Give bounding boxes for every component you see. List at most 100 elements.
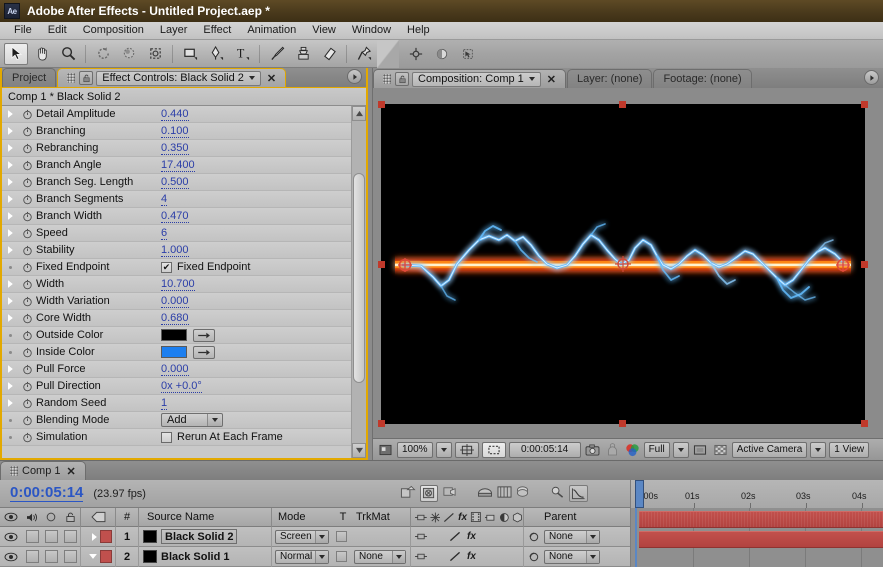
param-number[interactable]: 0.500 xyxy=(161,176,189,189)
param-number[interactable]: 0x +0.0° xyxy=(161,380,202,393)
selection-handle-ml[interactable] xyxy=(378,261,385,268)
layer-trkmat-cell[interactable] xyxy=(352,527,410,547)
stopwatch-icon[interactable] xyxy=(18,398,36,409)
layer-switches-cell[interactable]: fx xyxy=(411,547,523,567)
timeline-track-area[interactable] xyxy=(630,508,883,567)
param-row[interactable]: Stability 1.000 xyxy=(2,242,351,259)
close-icon[interactable]: ✕ xyxy=(267,72,276,85)
twirl-icon[interactable] xyxy=(2,365,18,373)
param-row[interactable]: Width Variation 0.000 xyxy=(2,293,351,310)
layer-lock-toggle[interactable] xyxy=(60,547,80,567)
twirl-icon[interactable] xyxy=(2,161,18,169)
resolution-select[interactable]: Full xyxy=(643,441,670,458)
layer-audio-toggle[interactable] xyxy=(22,527,42,547)
selection-handle-bc[interactable] xyxy=(619,420,626,427)
layer-mode-select[interactable]: Normal xyxy=(275,549,330,564)
eyedropper-icon[interactable] xyxy=(193,345,215,359)
layer-expand-and-color[interactable] xyxy=(81,527,115,547)
param-row[interactable]: Outside Color xyxy=(2,327,351,344)
anchor-point-tool[interactable] xyxy=(404,43,428,65)
chevron-down-icon[interactable] xyxy=(586,530,599,543)
puppet-pin-tool[interactable] xyxy=(352,43,376,65)
param-value[interactable]: 1.000 xyxy=(161,244,351,257)
param-value[interactable]: 0.470 xyxy=(161,210,351,223)
stopwatch-icon[interactable] xyxy=(18,347,36,358)
menu-edit[interactable]: Edit xyxy=(40,22,75,39)
param-number[interactable]: 0.000 xyxy=(161,295,189,308)
param-value[interactable]: 0.000 xyxy=(161,295,351,308)
twirl-icon[interactable] xyxy=(2,144,18,152)
scroll-track[interactable] xyxy=(352,121,366,443)
twirl-icon[interactable] xyxy=(2,127,18,135)
layer-parent-select[interactable]: None xyxy=(544,549,600,564)
chevron-down-icon[interactable] xyxy=(586,550,599,563)
stopwatch-icon[interactable] xyxy=(18,279,36,290)
param-row[interactable]: Detail Amplitude 0.440 xyxy=(2,106,351,123)
twirl-icon[interactable] xyxy=(2,280,18,288)
stopwatch-icon[interactable] xyxy=(18,211,36,222)
menu-window[interactable]: Window xyxy=(344,22,399,39)
param-value[interactable]: 0.680 xyxy=(161,312,351,325)
column-mode-header[interactable]: Mode xyxy=(272,508,334,527)
twirl-icon[interactable] xyxy=(2,110,18,118)
orbit-camera-tool[interactable] xyxy=(117,43,141,65)
rotation-tool[interactable] xyxy=(91,43,115,65)
layer-audio-toggle[interactable] xyxy=(22,547,42,567)
timeline-ruler[interactable]: 0:00s 01s 02s 03s 04s xyxy=(630,480,883,508)
eraser-tool[interactable] xyxy=(317,43,341,65)
column-audio-toggle[interactable] xyxy=(22,508,42,527)
blending-mode-select[interactable]: Add xyxy=(161,413,223,427)
param-number[interactable]: 4 xyxy=(161,193,168,206)
param-row[interactable]: Simulation Rerun At Each Frame xyxy=(2,429,351,446)
stopwatch-icon[interactable] xyxy=(18,381,36,392)
magnification-dropdown[interactable] xyxy=(435,441,452,458)
scroll-up-button[interactable] xyxy=(352,106,366,121)
layer-parent-cell[interactable]: None xyxy=(524,527,616,547)
param-row[interactable]: Core Width 0.680 xyxy=(2,310,351,327)
brainstorm-icon[interactable] xyxy=(516,485,530,502)
param-number[interactable]: 0.350 xyxy=(161,142,189,155)
twirl-icon[interactable] xyxy=(2,246,18,254)
param-number[interactable]: 0.440 xyxy=(161,108,189,121)
panel-menu-button[interactable] xyxy=(347,69,362,84)
param-row[interactable]: Random Seed 1 xyxy=(2,395,351,412)
layer-solo-toggle[interactable] xyxy=(42,527,60,547)
column-index-header[interactable]: # xyxy=(116,508,138,527)
layer-lock-toggle[interactable] xyxy=(60,527,80,547)
twirl-icon[interactable] xyxy=(2,382,18,390)
param-value[interactable]: 1 xyxy=(161,397,351,410)
param-value[interactable] xyxy=(161,328,351,342)
column-video-toggle[interactable] xyxy=(0,508,22,527)
composition-viewer[interactable] xyxy=(373,88,883,438)
layer-solo-toggle[interactable] xyxy=(42,547,60,567)
stopwatch-icon[interactable] xyxy=(18,177,36,188)
layer-mode-cell[interactable]: Normal xyxy=(272,547,334,567)
layer-switches-cell[interactable]: fx xyxy=(411,527,523,547)
effect-controls-tab-name[interactable]: Effect Controls: Black Solid 2 xyxy=(96,70,261,86)
layer-trkmat-cell[interactable]: None xyxy=(352,547,410,567)
param-value[interactable]: 0x +0.0° xyxy=(161,380,351,393)
tab-project[interactable]: Project xyxy=(2,68,57,87)
chevron-down-icon[interactable] xyxy=(207,414,221,426)
inside-color-swatch[interactable] xyxy=(161,346,187,358)
effect-controls-scrollbar[interactable] xyxy=(351,106,366,458)
param-row[interactable]: Branch Seg. Length 0.500 xyxy=(2,174,351,191)
composition-canvas[interactable] xyxy=(378,101,868,427)
param-row[interactable]: Branch Angle 17.400 xyxy=(2,157,351,174)
chevron-down-icon[interactable] xyxy=(314,530,328,543)
menu-composition[interactable]: Composition xyxy=(75,22,152,39)
column-solo-toggle[interactable] xyxy=(42,508,60,527)
menu-help[interactable]: Help xyxy=(399,22,438,39)
twirl-icon[interactable] xyxy=(2,314,18,322)
column-t-header[interactable]: T xyxy=(334,508,352,527)
transparency-grid-icon[interactable] xyxy=(712,442,729,458)
column-lock-toggle[interactable] xyxy=(60,508,80,527)
region-of-interest-button[interactable] xyxy=(481,441,506,458)
rerun-each-frame-checkbox[interactable] xyxy=(161,431,172,443)
layer-track-bar[interactable] xyxy=(639,511,883,528)
resolution-dropdown[interactable] xyxy=(672,441,689,458)
tab-composition[interactable]: Composition: Comp 1 ✕ xyxy=(373,69,566,88)
param-number[interactable]: 6 xyxy=(161,227,168,240)
tab-footage[interactable]: Footage: (none) xyxy=(653,69,752,88)
tab-effect-controls[interactable]: Effect Controls: Black Solid 2 ✕ xyxy=(57,68,287,87)
